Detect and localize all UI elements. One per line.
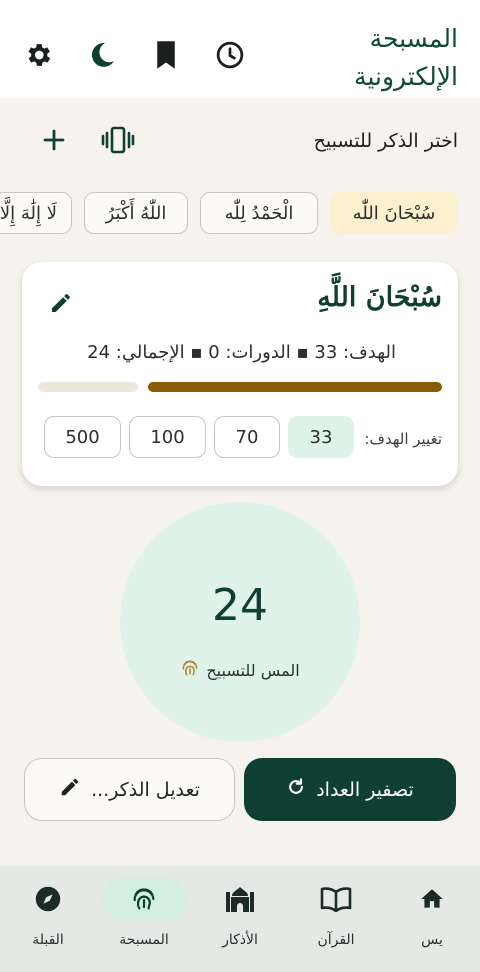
chip-subhanallah[interactable]: سُبْحَانَ اللّٰه — [330, 192, 458, 234]
vibration-icon[interactable] — [98, 120, 138, 160]
target-label: تغيير الهدف: — [364, 430, 442, 448]
fingerprint-nav-icon — [102, 878, 186, 920]
nav-label-misbaha: المسبحة — [119, 932, 169, 948]
compass-icon — [6, 878, 90, 920]
touch-hint: المس للتسبيح — [120, 658, 360, 682]
nav-label-quran: القرآن — [317, 932, 355, 948]
nav-label-yaseen: يس — [421, 932, 443, 948]
fingerprint-icon — [180, 658, 200, 682]
target-33-button[interactable]: 33 — [288, 416, 354, 458]
dhikr-stats: الهدف: 33 ▪ الدورات: 0 ▪ الإجمالي: 24 — [87, 342, 396, 363]
target-70-button[interactable]: 70 — [214, 416, 280, 458]
dhikr-card: سُبْحَانَ اللَّهِ الهدف: 33 ▪ الدورات: 0… — [22, 262, 458, 486]
edit-dhikr-icon[interactable] — [46, 288, 76, 318]
nav-item-adhkar[interactable]: الأذكار — [192, 878, 288, 962]
nav-item-misbaha[interactable]: المسبحة — [96, 878, 192, 962]
count-value: 24 — [212, 580, 268, 631]
reset-label: تصفير العداد — [316, 778, 414, 801]
bookmark-icon[interactable] — [148, 37, 184, 73]
bottom-navigation: يس القرآن الأذكار المسبحة القبلة — [0, 866, 480, 972]
section-title: اختر الذكر للتسبيح — [313, 130, 458, 152]
chip-allahuakbar[interactable]: اللّٰهُ أَكْبَرُ — [84, 192, 188, 234]
progress-fill — [148, 382, 442, 392]
touch-hint-label: المس للتسبيح — [206, 660, 300, 680]
progress-bar — [38, 382, 442, 392]
home-icon — [390, 878, 474, 920]
nav-item-yaseen[interactable]: يس — [384, 878, 480, 962]
mosque-icon — [198, 878, 282, 920]
reset-counter-button[interactable]: تصفير العداد — [244, 758, 456, 821]
dhikr-text: سُبْحَانَ اللَّهِ — [317, 282, 442, 313]
nav-label-qibla: القبلة — [32, 932, 64, 948]
settings-icon[interactable] — [20, 37, 56, 73]
edit-dhikr-button[interactable]: تعديل الذكر... — [24, 758, 235, 821]
section-row: اختر الذكر للتسبيح — [0, 120, 480, 166]
edit-label: تعديل الذكر... — [91, 778, 200, 801]
target-100-button[interactable]: 100 — [129, 416, 206, 458]
dark-mode-icon[interactable] — [84, 37, 120, 73]
nav-label-adhkar: الأذكار — [222, 932, 258, 948]
chip-la-ilaha[interactable]: لَا إِلَٰهَ إِلَّا اللّٰه — [0, 192, 72, 234]
pencil-icon — [59, 776, 81, 803]
refresh-icon — [286, 777, 306, 802]
target-500-button[interactable]: 500 — [44, 416, 121, 458]
tap-counter[interactable]: 24 المس للتسبيح — [120, 502, 360, 742]
add-icon[interactable] — [34, 120, 74, 160]
app-header: المسبحة الإلكترونية — [0, 0, 480, 98]
chip-alhamdulillah[interactable]: الْحَمْدُ لِلّٰه — [200, 192, 318, 234]
nav-item-qibla[interactable]: القبلة — [0, 878, 96, 962]
progress-track — [38, 382, 138, 392]
app-title: المسبحة الإلكترونية — [354, 24, 458, 91]
history-icon[interactable] — [212, 37, 248, 73]
book-icon — [294, 878, 378, 920]
dhikr-chip-list: سُبْحَانَ اللّٰه الْحَمْدُ لِلّٰه اللّٰه… — [0, 192, 480, 236]
nav-item-quran[interactable]: القرآن — [288, 878, 384, 962]
